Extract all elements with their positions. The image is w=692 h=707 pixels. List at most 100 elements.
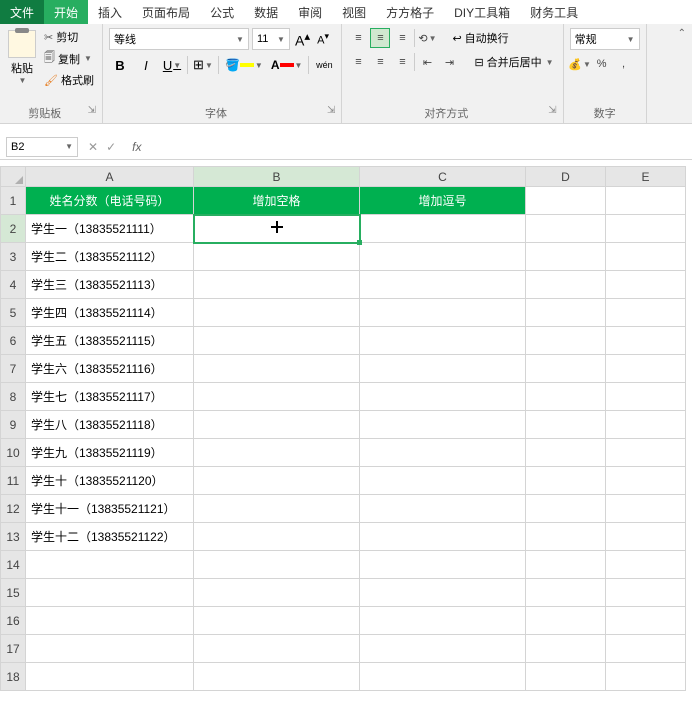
cell[interactable]: 学生十二（13835521122）	[26, 523, 194, 551]
number-format-select[interactable]: 常规▼	[570, 28, 640, 50]
cell[interactable]	[26, 635, 194, 663]
cell[interactable]	[360, 635, 526, 663]
cell[interactable]	[526, 635, 606, 663]
cell[interactable]	[360, 523, 526, 551]
dialog-launcher-icon[interactable]: ⇲	[88, 105, 96, 116]
cell[interactable]	[360, 467, 526, 495]
cell[interactable]	[194, 579, 360, 607]
row-header[interactable]: 15	[1, 579, 26, 607]
cancel-formula-button[interactable]: ✕	[88, 140, 98, 154]
cell[interactable]	[606, 383, 686, 411]
border-button[interactable]: ⊞▼	[192, 54, 214, 76]
align-top-button[interactable]: ≡	[348, 28, 368, 48]
cell[interactable]	[526, 299, 606, 327]
cell[interactable]	[26, 551, 194, 579]
cell[interactable]	[26, 579, 194, 607]
cell[interactable]	[360, 551, 526, 579]
row-header[interactable]: 16	[1, 607, 26, 635]
cell[interactable]	[526, 355, 606, 383]
currency-button[interactable]: 💰▼	[570, 54, 590, 74]
dialog-launcher-icon[interactable]: ⇲	[327, 105, 335, 116]
menu-tab-view[interactable]: 视图	[332, 0, 376, 24]
cell[interactable]	[194, 299, 360, 327]
cell[interactable]	[606, 439, 686, 467]
cell[interactable]	[194, 271, 360, 299]
cell[interactable]	[194, 551, 360, 579]
row-header[interactable]: 18	[1, 663, 26, 691]
cell[interactable]: 学生十一（13835521121）	[26, 495, 194, 523]
cell[interactable]	[194, 411, 360, 439]
menu-tab-pagelayout[interactable]: 页面布局	[132, 0, 200, 24]
row-header[interactable]: 13	[1, 523, 26, 551]
cell[interactable]	[606, 579, 686, 607]
cell-a1[interactable]: 姓名分数（电话号码）	[26, 187, 194, 215]
row-header[interactable]: 14	[1, 551, 26, 579]
collapse-ribbon-icon[interactable]: ⌃	[678, 28, 686, 39]
row-header[interactable]: 11	[1, 467, 26, 495]
menu-tab-fanggezi[interactable]: 方方格子	[376, 0, 444, 24]
cell[interactable]	[194, 635, 360, 663]
cell[interactable]	[526, 523, 606, 551]
wrap-text-button[interactable]: ↩自动换行	[449, 29, 511, 47]
cell[interactable]: 学生九（13835521119）	[26, 439, 194, 467]
row-header[interactable]: 17	[1, 635, 26, 663]
cell[interactable]	[526, 411, 606, 439]
cell[interactable]	[360, 663, 526, 691]
menu-tab-insert[interactable]: 插入	[88, 0, 132, 24]
cell-e1[interactable]	[606, 187, 686, 215]
percent-button[interactable]: %	[592, 54, 612, 74]
ruby-button[interactable]: wén	[313, 54, 335, 76]
cell[interactable]	[606, 635, 686, 663]
menu-tab-data[interactable]: 数据	[244, 0, 288, 24]
cell[interactable]	[526, 579, 606, 607]
cell[interactable]: 学生二（13835521112）	[26, 243, 194, 271]
row-header[interactable]: 5	[1, 299, 26, 327]
row-header[interactable]: 1	[1, 187, 26, 215]
cell-d1[interactable]	[526, 187, 606, 215]
cell[interactable]	[360, 383, 526, 411]
cell[interactable]: 学生六（13835521116）	[26, 355, 194, 383]
cell[interactable]	[194, 523, 360, 551]
row-header[interactable]: 10	[1, 439, 26, 467]
comma-button[interactable]: ,	[614, 54, 634, 74]
row-header[interactable]: 9	[1, 411, 26, 439]
cell[interactable]	[606, 663, 686, 691]
cell[interactable]	[526, 607, 606, 635]
formula-input[interactable]	[147, 137, 692, 157]
name-box[interactable]: B2▼	[6, 137, 78, 157]
cell[interactable]	[526, 243, 606, 271]
cell[interactable]	[360, 327, 526, 355]
cell-a2[interactable]: 学生一（13835521111）	[26, 215, 194, 243]
align-right-button[interactable]: ≡	[392, 52, 412, 72]
cell[interactable]	[360, 355, 526, 383]
row-header[interactable]: 4	[1, 271, 26, 299]
cell-b1[interactable]: 增加空格	[194, 187, 360, 215]
bold-button[interactable]: B	[109, 54, 131, 76]
cell[interactable]	[194, 495, 360, 523]
cell[interactable]	[606, 271, 686, 299]
row-header[interactable]: 6	[1, 327, 26, 355]
cell[interactable]	[606, 243, 686, 271]
dialog-launcher-icon[interactable]: ⇲	[548, 105, 556, 116]
decrease-indent-button[interactable]: ⇤	[417, 52, 437, 72]
cell[interactable]	[606, 523, 686, 551]
cell[interactable]: 学生五（13835521115）	[26, 327, 194, 355]
menu-tab-review[interactable]: 审阅	[288, 0, 332, 24]
align-center-button[interactable]: ≡	[370, 52, 390, 72]
cell[interactable]	[360, 411, 526, 439]
row-header[interactable]: 3	[1, 243, 26, 271]
col-header-e[interactable]: E	[606, 167, 686, 187]
cell[interactable]	[606, 327, 686, 355]
cell[interactable]	[360, 579, 526, 607]
fx-icon[interactable]: fx	[126, 140, 147, 154]
menu-file[interactable]: 文件	[0, 0, 44, 24]
font-color-button[interactable]: A▼	[269, 58, 305, 72]
row-header[interactable]: 7	[1, 355, 26, 383]
cell[interactable]	[526, 383, 606, 411]
cell[interactable]	[360, 299, 526, 327]
cell[interactable]	[360, 607, 526, 635]
font-size-select[interactable]: 11▼	[252, 28, 290, 50]
cell[interactable]	[360, 271, 526, 299]
cell-d2[interactable]	[526, 215, 606, 243]
cell[interactable]	[526, 327, 606, 355]
